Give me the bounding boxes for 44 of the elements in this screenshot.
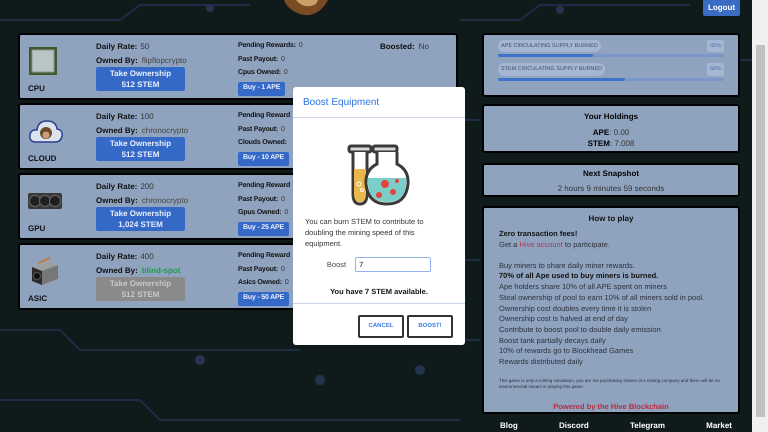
value: No: [418, 41, 429, 53]
label: Daily Rate:: [96, 181, 138, 193]
value: 100: [140, 111, 154, 123]
footer-link[interactable]: Telegram: [630, 421, 665, 431]
panel-title: Next Snapshot: [582, 168, 639, 180]
equipment-name: GPU: [28, 223, 46, 235]
owner-name: blind-spot: [142, 265, 180, 277]
owner-name: flipflopcrypto: [142, 55, 187, 67]
label: Daily Rate:: [96, 251, 138, 263]
label: Owned By:: [96, 265, 138, 277]
value: 400: [140, 251, 154, 263]
footer-link[interactable]: Discord: [558, 421, 589, 431]
label: Boosted:: [380, 41, 415, 53]
label: Owned By:: [96, 55, 138, 67]
equipment-name: ASIC: [28, 293, 48, 305]
mascot-drawing: [282, 0, 330, 16]
label: Daily Rate:: [96, 111, 138, 123]
label: Daily Rate:: [96, 41, 138, 53]
panel-title: Your Holdings: [584, 111, 638, 123]
value: : 7.008: [610, 138, 634, 149]
footer-link[interactable]: Market: [706, 421, 732, 431]
take-ownership-button[interactable]: Take Ownership 512 STEM: [96, 137, 185, 161]
equipment-name: CPU: [28, 83, 45, 95]
value: 200: [140, 181, 154, 193]
panel-title: How to play: [588, 213, 634, 225]
label: APE: [592, 127, 610, 138]
owner-name: chronocrypto: [142, 195, 188, 207]
scrollbar[interactable]: [752, 0, 768, 432]
owner-name: chronocrypto: [142, 125, 188, 137]
take-ownership-button[interactable]: Take Ownership 512 STEM: [96, 67, 185, 91]
cpu-chip-icon: [28, 46, 58, 76]
countdown-text: 2 hours 9 minutes 59 seconds: [558, 183, 664, 195]
equipment-name: CLOUD: [28, 153, 56, 165]
value: 50: [140, 41, 150, 53]
take-ownership-button[interactable]: Take Ownership 1,024 STEM: [96, 207, 185, 231]
dialog-title: Boost Equipment: [293, 87, 465, 118]
value: : 0.00: [609, 127, 630, 138]
label: Owned By:: [96, 195, 138, 207]
label: STEM: [588, 138, 610, 149]
label: Owned By:: [96, 125, 138, 137]
footer-link[interactable]: Blog: [500, 421, 518, 431]
logout-button[interactable]: Logout: [703, 0, 740, 16]
cloud-icon: [28, 118, 64, 144]
graphics-card-icon: [28, 193, 62, 209]
